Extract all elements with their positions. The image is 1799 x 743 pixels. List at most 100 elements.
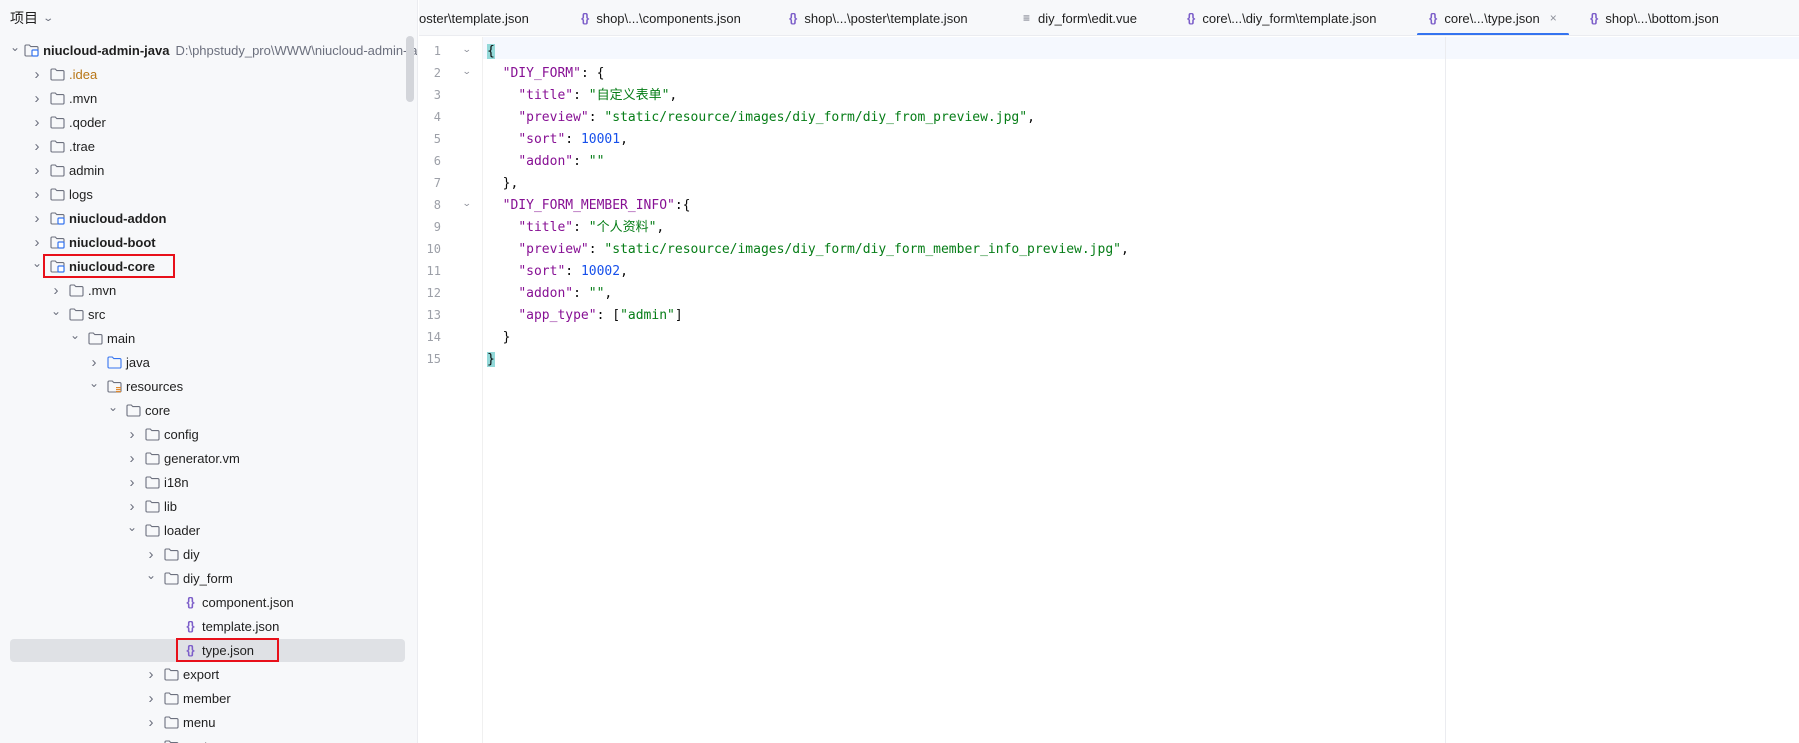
tab-label: diy_form\edit.vue — [1038, 10, 1138, 26]
tree-item[interactable]: › config — [0, 422, 417, 446]
chevron-right-icon[interactable]: › — [143, 690, 159, 707]
editor-tab[interactable]: {} shop\...\components.json — [581, 0, 741, 35]
chevron-down-icon[interactable]: ⌄ — [143, 567, 159, 583]
folder-icon — [163, 666, 179, 682]
code-line[interactable]: "sort": 10002, — [487, 261, 628, 283]
chevron-right-icon[interactable]: › — [48, 282, 64, 299]
tree-item[interactable]: {} template.json — [0, 614, 417, 638]
code-line[interactable]: "preview": "static/resource/images/diy_f… — [487, 239, 1129, 261]
tree-item[interactable]: › menu — [0, 710, 417, 734]
chevron-right-icon[interactable]: › — [29, 186, 45, 203]
tree-item[interactable]: › niucloud-addon — [0, 206, 417, 230]
tree-item[interactable]: › niucloud-boot — [0, 230, 417, 254]
editor-tab[interactable]: {} shop\...\poster\template.json — [789, 0, 968, 35]
folder-icon — [144, 426, 160, 442]
code-token: "app_type" — [518, 308, 597, 323]
code-line[interactable]: "app_type": ["admin"] — [487, 305, 682, 327]
tree-item[interactable]: {} type.json — [0, 638, 417, 662]
tree-item[interactable]: › .mvn — [0, 86, 417, 110]
right-margin-guide — [1445, 37, 1446, 743]
tree-item[interactable]: › .idea — [0, 62, 417, 86]
chevron-down-icon[interactable]: ⌄ — [48, 303, 64, 319]
code-line[interactable]: } — [487, 349, 495, 371]
chevron-right-icon[interactable]: › — [143, 714, 159, 731]
chevron-down-icon[interactable]: ⌄ — [10, 39, 20, 55]
folder-icon — [163, 690, 179, 706]
code-line[interactable]: "title": "个人资料", — [487, 217, 664, 239]
tree-item[interactable]: › admin — [0, 158, 417, 182]
tree-item[interactable]: ⌄ resources — [0, 374, 417, 398]
chevron-right-icon[interactable]: › — [29, 66, 45, 83]
code-editor[interactable]: 1 ⌄ 2 ⌄ 3 4 5 6 7 8 ⌄ 9 10 11 12 13 14 15 { "DIY_FORM": {… — [419, 37, 1799, 743]
tree-item[interactable]: › i18n — [0, 470, 417, 494]
code-line[interactable]: "DIY_FORM": { — [487, 63, 605, 85]
chevron-right-icon[interactable]: › — [29, 210, 45, 227]
tree-item[interactable]: › export — [0, 662, 417, 686]
editor-tab[interactable]: {} core\...\type.json × — [1417, 0, 1569, 35]
chevron-down-icon[interactable]: ⌄ — [124, 519, 140, 535]
code-line[interactable]: }, — [487, 173, 519, 195]
tree-item[interactable]: › java — [0, 350, 417, 374]
json-file-icon: {} — [186, 595, 194, 609]
tree-item[interactable]: ⌄ core — [0, 398, 417, 422]
chevron-down-icon[interactable]: ⌄ — [86, 375, 102, 391]
tree-item[interactable]: › .trae — [0, 134, 417, 158]
code-line[interactable]: { — [487, 41, 495, 63]
chevron-right-icon[interactable]: › — [124, 474, 140, 491]
tree-item[interactable]: › .qoder — [0, 110, 417, 134]
chevron-right-icon[interactable]: › — [29, 234, 45, 251]
close-icon[interactable]: × — [1550, 11, 1557, 25]
code-line[interactable]: "addon": "", — [487, 283, 612, 305]
code-line[interactable]: "title": "自定义表单", — [487, 85, 677, 107]
tree-item-label: type.json — [202, 642, 255, 658]
tree-item[interactable]: › member — [0, 686, 417, 710]
code-line[interactable]: } — [487, 327, 511, 349]
chevron-right-icon[interactable]: › — [29, 162, 45, 179]
chevron-right-icon[interactable]: › — [124, 498, 140, 515]
tree-item[interactable]: ⌄ diy_form — [0, 566, 417, 590]
tree-item[interactable]: ⌄ loader — [0, 518, 417, 542]
chevron-right-icon[interactable]: › — [143, 738, 159, 743]
project-panel-header[interactable]: 项目 ⌄ — [0, 0, 417, 36]
code-line[interactable]: "sort": 10001, — [487, 129, 628, 151]
code-token: "static/resource/images/diy_form/diy_for… — [604, 242, 1121, 257]
chevron-down-icon[interactable]: ⌄ — [29, 255, 45, 271]
chevron-down-icon[interactable]: ⌄ — [105, 399, 121, 415]
tree-item[interactable]: ⌄ main — [0, 326, 417, 350]
tree-item[interactable]: ⌄ niucloud-admin-java D:\phpstudy_pro\WWW\… — [0, 38, 417, 62]
code-line[interactable]: "DIY_FORM_MEMBER_INFO":{ — [487, 195, 691, 217]
tree-item[interactable]: ⌄ src — [0, 302, 417, 326]
tree-item-label: member — [183, 690, 231, 706]
tree-scrollbar[interactable] — [406, 36, 414, 102]
chevron-down-icon[interactable]: ⌄ — [67, 327, 83, 343]
editor-tab[interactable]: {} shop\...\bottom.json — [1590, 0, 1719, 35]
tree-item[interactable]: › .mvn — [0, 278, 417, 302]
chevron-right-icon[interactable]: › — [86, 354, 102, 371]
tree-item[interactable]: › diy — [0, 542, 417, 566]
code-line[interactable]: "preview": "static/resource/images/diy_f… — [487, 107, 1035, 129]
tree-item[interactable]: › generator.vm — [0, 446, 417, 470]
chevron-right-icon[interactable]: › — [143, 546, 159, 563]
chevron-right-icon[interactable]: › — [29, 114, 45, 131]
chevron-right-icon[interactable]: › — [124, 450, 140, 467]
tree-item[interactable]: ⌄ niucloud-core — [0, 254, 417, 278]
tree-item[interactable]: › lib — [0, 494, 417, 518]
tree-item-label: i18n — [164, 474, 189, 490]
tree-item[interactable]: › poster — [0, 734, 417, 743]
tree-item[interactable]: › logs — [0, 182, 417, 206]
fold-chevron-icon[interactable]: ⌄ — [462, 44, 472, 55]
editor-tab[interactable]: {} core\...\diy_form\template.json — [1187, 0, 1376, 35]
fold-chevron-icon[interactable]: ⌄ — [462, 66, 472, 77]
editor-tab[interactable]: ≡ diy_form\edit.vue — [1023, 0, 1138, 35]
chevron-right-icon[interactable]: › — [143, 666, 159, 683]
folder-icon — [68, 306, 84, 322]
editor-tab[interactable]: oster\template.json — [419, 0, 529, 35]
chevron-down-icon[interactable]: ⌄ — [42, 13, 54, 24]
chevron-right-icon[interactable]: › — [29, 90, 45, 107]
tree-item[interactable]: {} component.json — [0, 590, 417, 614]
code-line[interactable]: "addon": "" — [487, 151, 604, 173]
fold-chevron-icon[interactable]: ⌄ — [462, 198, 472, 209]
chevron-right-icon[interactable]: › — [124, 426, 140, 443]
chevron-right-icon[interactable]: › — [29, 138, 45, 155]
